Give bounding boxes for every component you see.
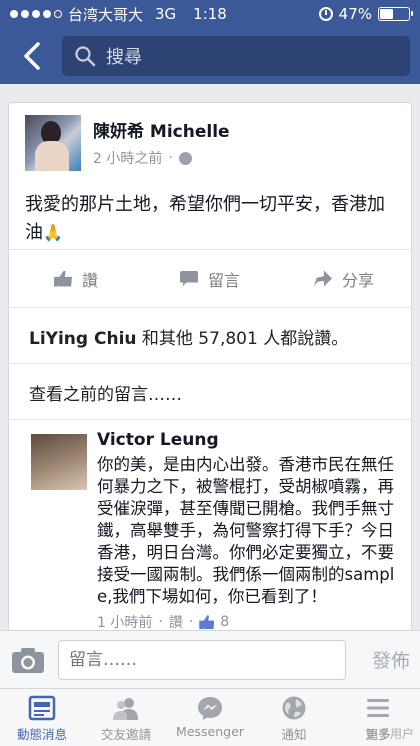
battery-percent: 47%	[338, 5, 372, 23]
alarm-icon	[318, 7, 333, 21]
likes-first-name[interactable]: LiYing Chiu	[29, 329, 137, 349]
post-text: 我愛的那片土地，希望你們一切平安，香港加油	[25, 194, 385, 243]
content-area: 陳妍希 Michelle 2 小時之前 · 我愛的那片土地，希望你們一切平安，香…	[0, 84, 420, 630]
public-globe-icon	[178, 151, 192, 165]
post-author[interactable]: 陳妍希 Michelle	[93, 117, 230, 142]
tab-label: 動態消息	[16, 727, 67, 742]
search-input[interactable]: 搜尋	[62, 36, 410, 76]
comment-text: 你的美，是由内心出發。香港市民在無任何暴力之下，被警棍打，受胡椒噴霧，再受催淚彈…	[97, 455, 395, 606]
tab-label: 交友邀請	[100, 727, 151, 742]
comment-like-button[interactable]: 讚	[169, 612, 183, 630]
back-icon[interactable]	[14, 36, 50, 76]
share-arrow-icon	[313, 270, 332, 287]
more-menu-icon	[367, 699, 389, 717]
tab-friend-requests[interactable]: 交友邀請	[84, 689, 168, 746]
tab-label: Messenger	[176, 724, 244, 739]
status-bar: 台湾大哥大 3G 1:18 47%	[0, 0, 420, 28]
comment-button[interactable]: 留言	[143, 250, 277, 307]
comment-item: Victor Leung 你的美，是由内心出發。香港市民在無任何暴力之下，被警棍…	[9, 419, 411, 630]
carrier-name: 台湾大哥大	[68, 5, 144, 24]
messenger-icon	[198, 697, 222, 720]
tab-news-feed[interactable]: 動態消息	[0, 689, 84, 746]
praying-hands-icon: 🙏	[43, 223, 63, 242]
post-card: 陳妍希 Michelle 2 小時之前 · 我愛的那片土地，希望你們一切平安，香…	[8, 102, 412, 630]
news-feed-icon	[28, 695, 56, 721]
search-icon	[75, 46, 96, 67]
tab-notifications[interactable]: 通知	[252, 689, 336, 746]
post-comment-button[interactable]: 發佈	[346, 646, 410, 673]
like-count-thumb-icon	[199, 615, 215, 629]
search-placeholder: 搜尋	[106, 47, 142, 68]
tab-messenger[interactable]: Messenger	[168, 689, 252, 746]
friend-requests-icon	[113, 698, 138, 720]
signal-strength-icon	[10, 10, 62, 18]
comment-meta: 1 小時前 · 讚 · 8	[97, 612, 230, 630]
bottom-tab-bar: 動態消息 交友邀請 Messenger 通知 更多 知乎用户	[0, 688, 420, 746]
like-button[interactable]: 讚	[9, 250, 143, 307]
post-header: 陳妍希 Michelle 2 小時之前 ·	[25, 115, 230, 171]
post-meta: 2 小時之前 ·	[93, 148, 230, 168]
comment-time: 1 小時前	[97, 615, 153, 630]
notifications-globe-icon	[282, 696, 306, 720]
view-previous-comments[interactable]: 查看之前的留言……	[9, 363, 411, 419]
post-time[interactable]: 2 小時之前	[93, 148, 162, 168]
likes-summary[interactable]: LiYing Chiu 和其他 57,801 人都說讚。	[9, 307, 411, 363]
comment-label: 留言	[207, 270, 240, 290]
comment-author[interactable]: Victor Leung	[97, 430, 401, 450]
tab-label: 通知	[281, 727, 307, 742]
share-label: 分享	[341, 270, 374, 290]
camera-icon[interactable]	[10, 645, 46, 675]
post-body: 我愛的那片土地，希望你們一切平安，香港加油🙏	[25, 191, 395, 247]
likes-rest: 和其他 57,801 人都說讚。	[136, 329, 349, 349]
author-avatar[interactable]	[25, 115, 81, 171]
thumbs-up-icon	[53, 270, 72, 287]
battery-icon	[378, 7, 413, 21]
comment-bubble-icon	[179, 270, 198, 287]
watermark: 知乎用户	[365, 727, 414, 741]
post-actions: 讚 留言 分享	[9, 249, 411, 307]
commenter-avatar[interactable]	[31, 434, 87, 490]
like-label: 讚	[81, 270, 98, 290]
nav-row: 搜尋	[0, 28, 420, 84]
comment-like-count[interactable]: 8	[220, 614, 229, 630]
comment-input[interactable]	[58, 639, 346, 680]
network-type: 3G	[155, 5, 177, 23]
top-bar: 台湾大哥大 3G 1:18 47% 搜尋	[0, 0, 420, 84]
share-button[interactable]: 分享	[277, 250, 411, 307]
comment-composer: 發佈	[0, 630, 420, 688]
